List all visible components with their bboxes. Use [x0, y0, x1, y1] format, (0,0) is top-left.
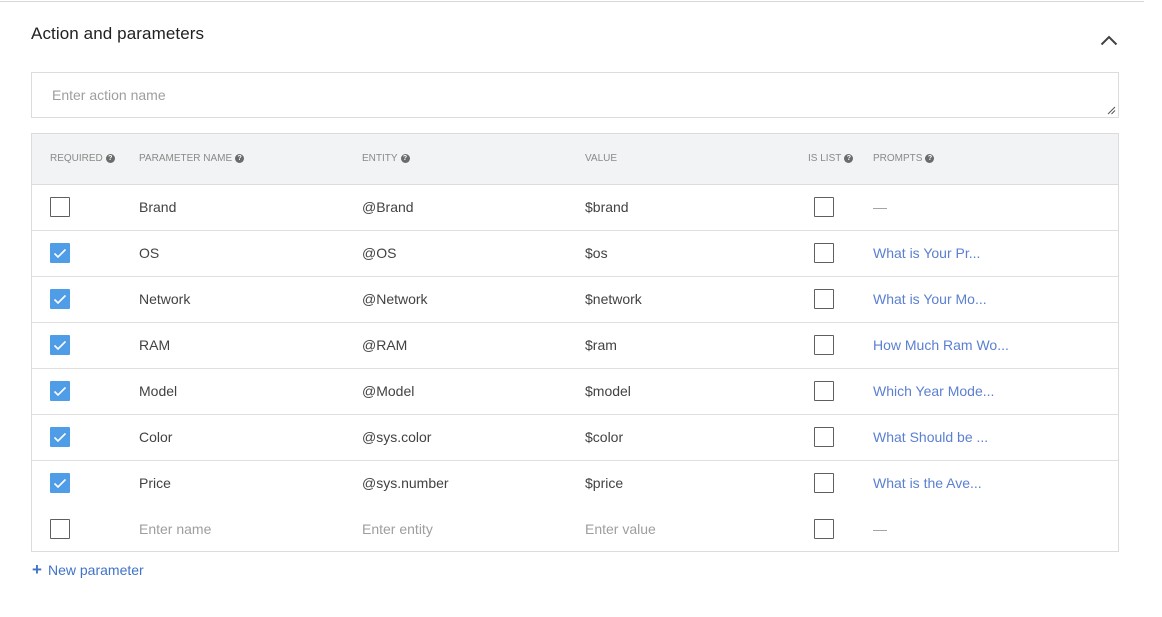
required-checkbox[interactable] — [50, 381, 70, 401]
is-list-checkbox[interactable] — [814, 335, 834, 355]
table-row: OS @OS $os What is Your Pr... — [32, 231, 1118, 277]
help-icon[interactable]: ? — [844, 154, 854, 163]
help-icon[interactable]: ? — [925, 154, 935, 163]
value-input[interactable]: Enter value — [585, 521, 656, 537]
header-required: REQUIRED ? — [50, 153, 115, 164]
parameter-value[interactable]: $os — [585, 245, 608, 261]
entity-input[interactable]: Enter entity — [362, 521, 433, 537]
check-icon — [53, 478, 67, 488]
help-icon[interactable]: ? — [105, 154, 115, 163]
prompt-link[interactable]: What is Your Mo... — [873, 291, 987, 307]
new-parameter-row: Enter name Enter entity Enter value — — [32, 507, 1118, 553]
prompt-link[interactable]: What Should be ... — [873, 429, 988, 445]
header-is-list: IS LIST ? — [808, 153, 854, 164]
new-parameter-button[interactable]: + New parameter — [31, 561, 144, 578]
header-parameter-name: PARAMETER NAME ? — [139, 153, 245, 164]
header-entity: ENTITY ? — [362, 153, 410, 164]
is-list-checkbox[interactable] — [814, 427, 834, 447]
table-header: REQUIRED ? PARAMETER NAME ? ENTITY ? VAL… — [32, 134, 1118, 185]
prompt-link[interactable]: Which Year Mode... — [873, 383, 994, 399]
prompt-link[interactable]: What is Your Pr... — [873, 245, 980, 261]
entity-value[interactable]: @RAM — [362, 337, 407, 353]
entity-value[interactable]: @Brand — [362, 199, 414, 215]
header-prompts: PROMPTS ? — [873, 153, 935, 164]
action-name-field[interactable] — [31, 72, 1119, 118]
required-checkbox[interactable] — [50, 519, 70, 539]
prompt-link[interactable]: How Much Ram Wo... — [873, 337, 1009, 353]
table-row: Model @Model $model Which Year Mode... — [32, 369, 1118, 415]
required-checkbox[interactable] — [50, 427, 70, 447]
collapse-button[interactable] — [1096, 29, 1122, 51]
header-prompts-label: PROMPTS — [873, 153, 923, 164]
prompt-link[interactable]: What is the Ave... — [873, 475, 982, 491]
entity-value[interactable]: @Model — [362, 383, 414, 399]
parameter-name[interactable]: RAM — [139, 337, 170, 353]
prompt-placeholder: — — [873, 521, 887, 537]
top-divider — [0, 1, 1144, 2]
parameter-value[interactable]: $ram — [585, 337, 617, 353]
header-parameter-name-label: PARAMETER NAME — [139, 153, 233, 164]
required-checkbox[interactable] — [50, 243, 70, 263]
table-row: Brand @Brand $brand — — [32, 185, 1118, 231]
parameter-name[interactable]: Model — [139, 383, 177, 399]
parameter-value[interactable]: $color — [585, 429, 623, 445]
chevron-up-icon — [1100, 35, 1118, 45]
is-list-checkbox[interactable] — [814, 473, 834, 493]
required-checkbox[interactable] — [50, 473, 70, 493]
header-value-label: VALUE — [585, 153, 618, 164]
header-value: VALUE — [585, 153, 617, 164]
check-icon — [53, 340, 67, 350]
parameter-value[interactable]: $brand — [585, 199, 629, 215]
help-icon[interactable]: ? — [400, 154, 410, 163]
header-entity-label: ENTITY — [362, 153, 398, 164]
action-name-input[interactable] — [32, 73, 1118, 117]
prompt-placeholder: — — [873, 199, 887, 215]
entity-value[interactable]: @OS — [362, 245, 396, 261]
is-list-checkbox[interactable] — [814, 197, 834, 217]
header-required-label: REQUIRED — [50, 153, 103, 164]
parameter-name[interactable]: Network — [139, 291, 190, 307]
parameter-name[interactable]: OS — [139, 245, 159, 261]
check-icon — [53, 432, 67, 442]
table-row: RAM @RAM $ram How Much Ram Wo... — [32, 323, 1118, 369]
table-row: Price @sys.number $price What is the Ave... — [32, 461, 1118, 507]
new-parameter-label: New parameter — [48, 561, 144, 578]
required-checkbox[interactable] — [50, 289, 70, 309]
parameter-value[interactable]: $model — [585, 383, 631, 399]
section-title: Action and parameters — [31, 24, 205, 43]
required-checkbox[interactable] — [50, 197, 70, 217]
is-list-checkbox[interactable] — [814, 519, 834, 539]
plus-icon: + — [32, 560, 42, 579]
required-checkbox[interactable] — [50, 335, 70, 355]
check-icon — [53, 386, 67, 396]
entity-value[interactable]: @sys.number — [362, 475, 449, 491]
entity-value[interactable]: @sys.color — [362, 429, 431, 445]
parameters-table: REQUIRED ? PARAMETER NAME ? ENTITY ? VAL… — [31, 133, 1119, 552]
is-list-checkbox[interactable] — [814, 381, 834, 401]
parameter-value[interactable]: $price — [585, 475, 623, 491]
resize-grip-icon[interactable] — [1107, 106, 1116, 115]
parameter-name[interactable]: Brand — [139, 199, 176, 215]
table-row: Color @sys.color $color What Should be ... — [32, 415, 1118, 461]
is-list-checkbox[interactable] — [814, 243, 834, 263]
check-icon — [53, 248, 67, 258]
help-icon[interactable]: ? — [235, 154, 245, 163]
parameter-name[interactable]: Color — [139, 429, 172, 445]
check-icon — [53, 294, 67, 304]
table-row: Network @Network $network What is Your Mo..… — [32, 277, 1118, 323]
header-is-list-label: IS LIST — [808, 153, 842, 164]
parameter-name-input[interactable]: Enter name — [139, 521, 211, 537]
parameter-value[interactable]: $network — [585, 291, 642, 307]
entity-value[interactable]: @Network — [362, 291, 428, 307]
parameter-name[interactable]: Price — [139, 475, 171, 491]
is-list-checkbox[interactable] — [814, 289, 834, 309]
